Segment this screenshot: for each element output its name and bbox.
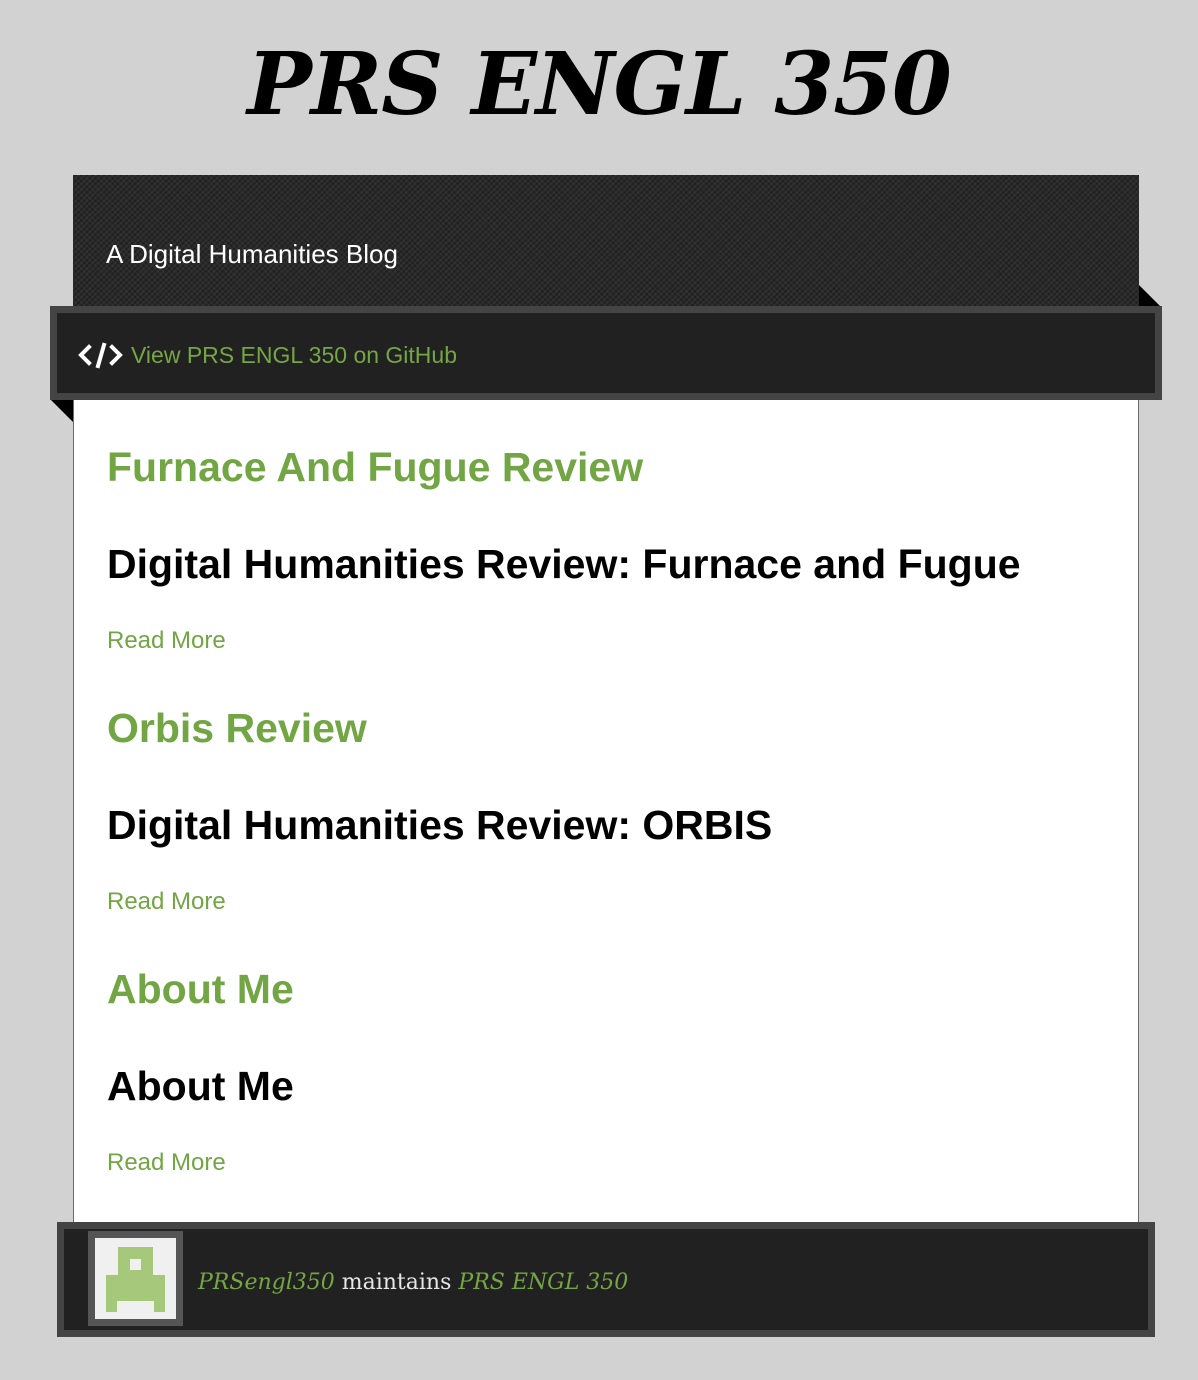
site-footer: PRSengl350 maintains PRS ENGL 350	[57, 1222, 1155, 1337]
post-title-link[interactable]: Furnace And Fugue Review	[107, 444, 643, 490]
ribbon-fold-right	[1139, 285, 1161, 307]
post-title-link[interactable]: About Me	[107, 966, 294, 1012]
code-icon	[74, 340, 128, 370]
read-more-link[interactable]: Read More	[107, 1149, 226, 1177]
post-title: Orbis Review	[107, 704, 1107, 752]
post-item: About Me About Me Read More	[107, 965, 1107, 1176]
read-more-link[interactable]: Read More	[107, 888, 226, 916]
footer-user-link[interactable]: PRSengl350	[198, 1270, 335, 1295]
footer-project-link[interactable]: PRS ENGL 350	[458, 1270, 628, 1295]
site-title: PRS ENGL 350	[247, 34, 952, 135]
post-heading: Digital Humanities Review: Furnace and F…	[107, 541, 1021, 587]
post-heading: About Me	[107, 1063, 294, 1109]
post-title-link[interactable]: Orbis Review	[107, 705, 367, 751]
header-banner: A Digital Humanities Blog	[73, 175, 1139, 307]
read-more-link[interactable]: Read More	[107, 627, 226, 655]
ribbon-fold-left	[51, 400, 73, 422]
post-title: About Me	[107, 965, 1107, 1013]
footer-maintains-text: maintains	[341, 1270, 452, 1295]
post-heading: Digital Humanities Review: ORBIS	[107, 802, 773, 848]
site-tagline: A Digital Humanities Blog	[106, 239, 398, 269]
footer-credit: PRSengl350 maintains PRS ENGL 350	[198, 1269, 628, 1297]
github-link-label: View PRS ENGL 350 on GitHub	[131, 342, 457, 368]
post-item: Orbis Review Digital Humanities Review: …	[107, 704, 1107, 915]
avatar[interactable]	[88, 1231, 183, 1326]
post-item: Furnace And Fugue Review Digital Humanit…	[107, 443, 1107, 654]
view-on-github-link[interactable]: View PRS ENGL 350 on GitHub	[74, 340, 457, 370]
post-title: Furnace And Fugue Review	[107, 443, 1107, 491]
github-bar: View PRS ENGL 350 on GitHub	[50, 306, 1162, 400]
post-list: Furnace And Fugue Review Digital Humanit…	[73, 400, 1139, 1222]
identicon-avatar	[95, 1238, 176, 1319]
